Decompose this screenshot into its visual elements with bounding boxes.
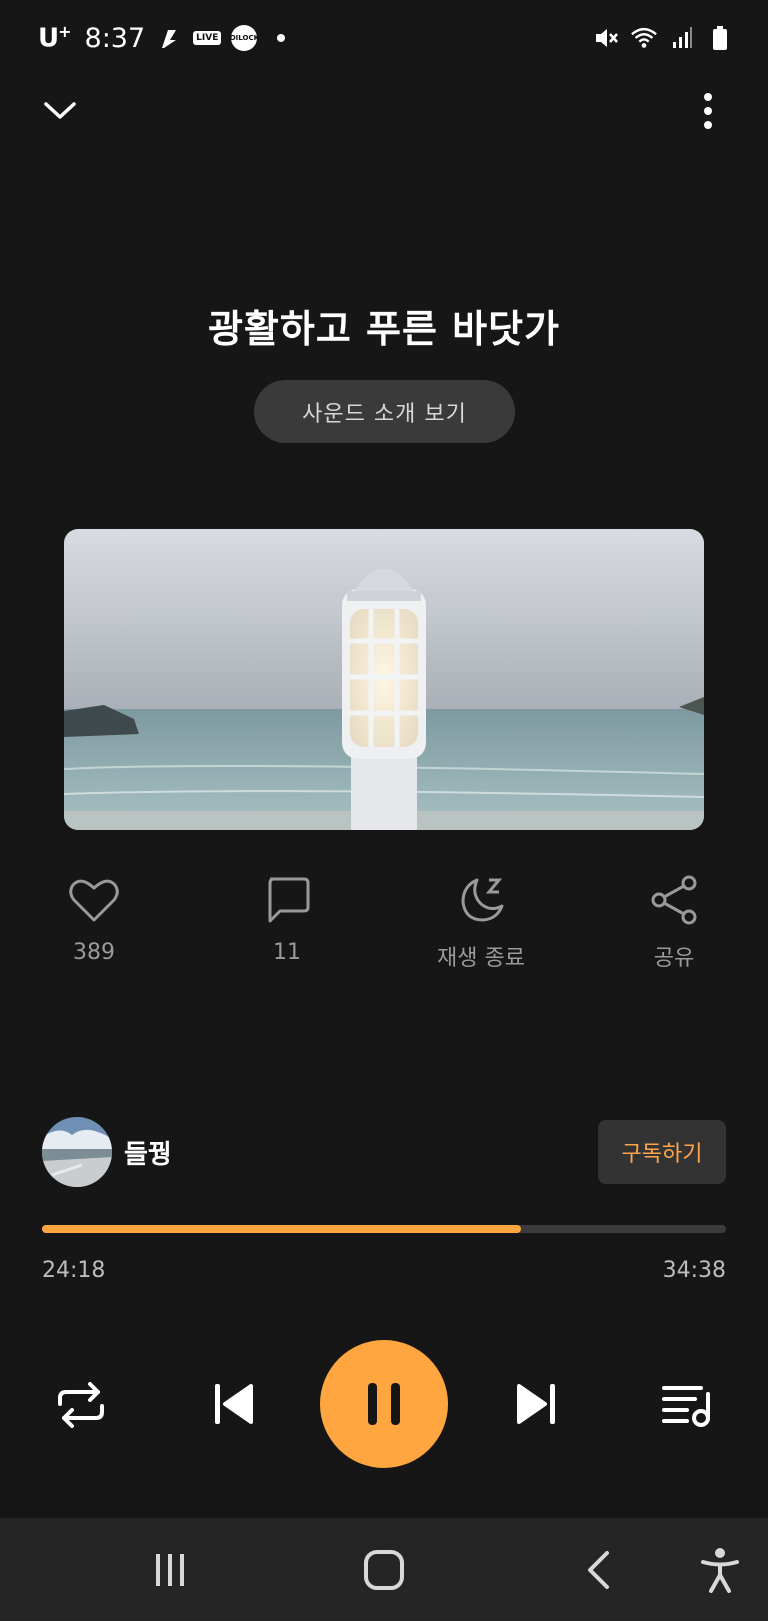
battery-icon (706, 24, 734, 52)
playlist-button[interactable] (658, 1376, 716, 1434)
like-button[interactable]: 389 (24, 872, 164, 965)
playlist-icon (662, 1386, 710, 1427)
app-notification-icon (155, 24, 183, 52)
sound-intro-button[interactable]: 사운드 소개 보기 (254, 380, 515, 443)
subscribe-button[interactable]: 구독하기 (598, 1120, 726, 1184)
mute-icon (592, 24, 620, 52)
track-artwork (64, 529, 704, 830)
sleep-timer-icon (453, 872, 509, 928)
clock: 8:37 (84, 22, 146, 54)
previous-button[interactable] (206, 1376, 262, 1432)
progress-fill (42, 1225, 521, 1233)
signal-icon (668, 24, 696, 52)
home-button[interactable] (354, 1542, 414, 1598)
accessibility-icon (701, 1548, 739, 1593)
more-options-button[interactable] (690, 88, 726, 134)
notification-dot-icon (277, 34, 286, 42)
share-button[interactable]: 공유 (604, 872, 744, 972)
progress-bar[interactable] (42, 1225, 726, 1233)
wifi-icon (630, 24, 658, 52)
carrier-label: U+ (38, 22, 72, 54)
pause-icon (368, 1383, 400, 1425)
repeat-icon (58, 1382, 104, 1428)
recents-icon (156, 1554, 184, 1586)
back-button[interactable] (568, 1542, 628, 1598)
skip-previous-icon (215, 1384, 253, 1424)
action-row: 389 11 재생 종료 공유 (0, 872, 768, 982)
share-icon (646, 872, 702, 928)
repeat-button[interactable] (52, 1376, 110, 1434)
home-icon (364, 1550, 404, 1590)
like-count: 389 (73, 940, 115, 965)
avatar[interactable] (42, 1117, 112, 1187)
next-button[interactable] (508, 1376, 564, 1432)
share-label: 공유 (653, 946, 695, 971)
skip-next-icon (517, 1384, 555, 1424)
status-bar-left: U+ 8:37 LIVE OI LOCK (38, 22, 286, 54)
accessibility-button[interactable] (690, 1542, 750, 1598)
sleep-timer-button[interactable]: 재생 종료 (411, 872, 551, 972)
status-bar: U+ 8:37 LIVE OI LOCK (0, 0, 768, 76)
more-vertical-icon (704, 93, 712, 129)
lock-app-icon: OI LOCK (230, 25, 259, 51)
pause-button[interactable] (320, 1340, 448, 1468)
recents-button[interactable] (140, 1542, 200, 1598)
status-bar-right (592, 24, 734, 52)
current-time: 24:18 (42, 1258, 106, 1283)
comment-icon (259, 872, 315, 928)
track-title: 광활하고 푸른 바닷가 (207, 307, 561, 351)
creator-name[interactable]: 들꿩 (124, 1134, 172, 1171)
sleep-timer-label: 재생 종료 (437, 946, 525, 971)
back-icon (588, 1551, 609, 1589)
chevron-down-icon (44, 102, 76, 119)
creator-profile[interactable]: 들꿩 (42, 1117, 172, 1187)
heart-icon (66, 872, 122, 928)
total-time: 34:38 (662, 1258, 726, 1283)
comment-count: 11 (273, 940, 301, 965)
collapse-button[interactable] (40, 90, 80, 130)
system-navigation-bar (0, 1518, 768, 1621)
comment-button[interactable]: 11 (217, 872, 357, 965)
live-badge-icon: LIVE (193, 31, 222, 45)
